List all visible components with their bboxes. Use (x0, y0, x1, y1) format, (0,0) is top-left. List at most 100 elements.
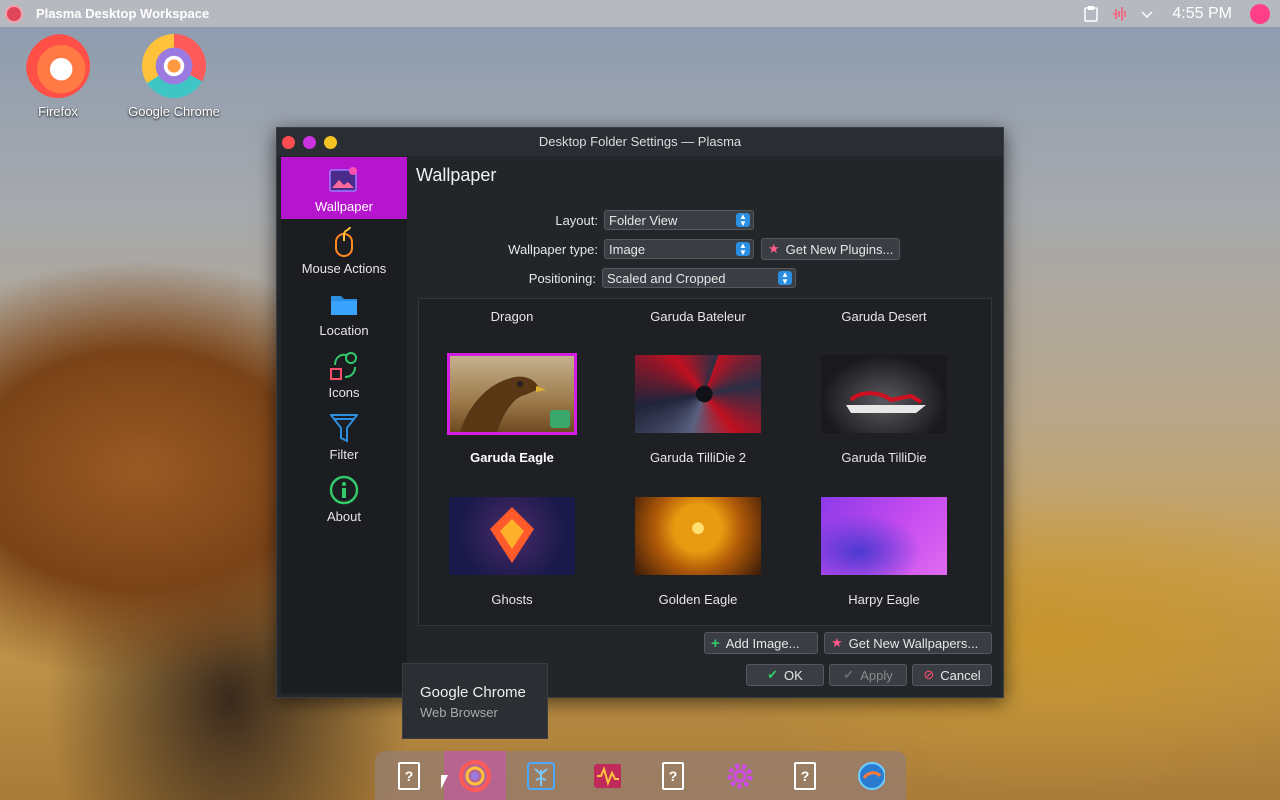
tooltip-title: Google Chrome (420, 684, 526, 701)
desktop-icon-firefox[interactable]: Firefox (3, 34, 113, 119)
get-new-wallpapers-button[interactable]: ★ Get New Wallpapers... (824, 632, 992, 654)
wallpaper-item-harpy-eagle[interactable]: Harpy Eagle (791, 495, 977, 607)
cancel-icon: ⊘ (923, 667, 935, 682)
layout-combo[interactable]: Folder View ▲ ▼ (604, 210, 754, 230)
filter-icon (329, 413, 359, 443)
main-content: Wallpaper Layout: Folder View ▲ ▼ Wallpap… (415, 157, 1001, 697)
settings-window: Desktop Folder Settings — Plasma Wallpap… (276, 127, 1004, 698)
chrome-icon (142, 34, 206, 98)
check-icon: ✔ (767, 667, 779, 682)
sidebar-item-wallpaper[interactable]: Wallpaper (281, 157, 407, 219)
info-icon (329, 475, 359, 505)
wallpaper-grid[interactable]: Dragon Garuda Bateleur Garuda Desert Gar… (418, 298, 992, 626)
wallpaper-item-garuda-eagle[interactable]: Garuda Eagle (419, 353, 605, 465)
top-panel: Plasma Desktop Workspace 4:55 PM (0, 0, 1280, 27)
get-new-plugins-button[interactable]: ★ Get New Plugins... (761, 238, 901, 260)
get-new-plugins-label: Get New Plugins... (785, 241, 894, 257)
notification-icon[interactable] (1250, 3, 1270, 24)
get-new-wallpapers-label: Get New Wallpapers... (848, 635, 979, 651)
folder-icon (329, 289, 359, 319)
wallpaper-caption[interactable]: Dragon (419, 309, 605, 324)
sidebar-item-label: Filter (329, 447, 359, 462)
tooltip: Google Chrome Web Browser (402, 663, 548, 739)
dock: ? ? ? (375, 751, 906, 800)
tree-app-icon[interactable] (527, 761, 555, 790)
wallpaper-thumbnail (819, 353, 949, 435)
tooltip-subtitle: Web Browser (420, 705, 498, 720)
audio-app-icon[interactable] (593, 762, 621, 790)
top-panel-title: Plasma Desktop Workspace (36, 6, 210, 21)
audio-wave-icon[interactable] (1112, 6, 1127, 22)
wallpaper-caption[interactable]: Garuda Desert (791, 309, 977, 324)
mouse-cursor-icon (441, 775, 448, 789)
wallpaper-type-label: Wallpaper type: (508, 241, 598, 257)
wallpaper-caption: Golden Eagle (658, 592, 738, 607)
sidebar-item-icons[interactable]: Icons (281, 343, 407, 405)
desktop-icon-label: Google Chrome (128, 104, 220, 119)
positioning-value: Scaled and Cropped (607, 270, 726, 286)
updown-arrow-icon: ▲ ▼ (736, 242, 750, 257)
ok-button[interactable]: ✔ OK (746, 664, 824, 686)
apply-button[interactable]: ✔ Apply (829, 664, 907, 686)
check-icon: ✔ (843, 667, 855, 682)
sidebar: Wallpaper Mouse Actions Location Icons F… (281, 157, 407, 693)
positioning-label: Positioning: (528, 270, 596, 286)
mouse-icon (329, 227, 359, 257)
apply-label: Apply (860, 667, 893, 683)
settings-gear-icon[interactable] (725, 762, 753, 790)
wallpaper-caption: Harpy Eagle (848, 592, 920, 607)
wallpaper-caption: Garuda TilliDie 2 (649, 450, 747, 465)
cancel-label: Cancel (940, 667, 981, 683)
wallpaper-item-ghosts[interactable]: Ghosts (419, 495, 605, 607)
wallpaper-thumbnail (447, 495, 577, 577)
desktop-icon-label: Firefox (38, 104, 78, 119)
title-bar[interactable]: Desktop Folder Settings — Plasma (277, 128, 1003, 156)
sidebar-item-label: Wallpaper (314, 199, 374, 214)
unknown-app-icon[interactable]: ? (659, 761, 687, 790)
layout-label: Layout: (555, 212, 598, 228)
clock[interactable]: 4:55 PM (1172, 5, 1232, 23)
wallpaper-item-garuda-tillidie[interactable]: Garuda TilliDie (791, 353, 977, 465)
wallpaper-thumbnail (633, 495, 763, 577)
positioning-combo[interactable]: Scaled and Cropped ▲ ▼ (602, 268, 796, 288)
garuda-menu-icon[interactable] (5, 4, 23, 23)
plus-icon: + (711, 634, 720, 652)
updown-arrow-icon: ▲ ▼ (778, 271, 792, 286)
wallpaper-thumbnail (633, 353, 763, 435)
clipboard-icon[interactable] (1084, 5, 1099, 22)
wallpaper-caption[interactable]: Garuda Bateleur (605, 309, 791, 324)
sidebar-item-filter[interactable]: Filter (281, 405, 407, 467)
sidebar-item-label: Location (319, 323, 369, 338)
wallpaper-type-combo[interactable]: Image ▲ ▼ (604, 239, 754, 259)
star-icon: ★ (768, 241, 780, 256)
sidebar-item-label: Icons (328, 385, 360, 400)
wallpaper-thumbnail (447, 353, 577, 435)
chevron-down-icon[interactable] (1140, 6, 1154, 22)
add-image-label: Add Image... (725, 635, 800, 651)
wallpaper-item-garuda-tillidie-2[interactable]: Garuda TilliDie 2 (605, 353, 791, 465)
wallpaper-type-value: Image (609, 241, 646, 257)
sidebar-item-about[interactable]: About (281, 467, 407, 529)
wallpaper-item-golden-eagle[interactable]: Golden Eagle (605, 495, 791, 607)
cancel-button[interactable]: ⊘ Cancel (912, 664, 992, 686)
firefox-icon (26, 34, 90, 98)
wallpaper-caption: Garuda Eagle (470, 450, 554, 465)
system-tray: 4:55 PM (1084, 0, 1280, 27)
folder-badge-icon (550, 410, 570, 428)
unknown-app-icon[interactable]: ? (791, 761, 819, 790)
shapes-icon (329, 351, 359, 381)
ok-label: OK (784, 667, 803, 683)
chrome-icon[interactable] (444, 751, 506, 800)
garuda-icon[interactable] (857, 761, 885, 790)
wallpaper-icon (329, 165, 359, 195)
wallpaper-caption: Ghosts (491, 592, 533, 607)
add-image-button[interactable]: + Add Image... (704, 632, 818, 654)
unknown-app-icon[interactable]: ? (395, 761, 423, 790)
desktop-icon-chrome[interactable]: Google Chrome (119, 34, 229, 119)
page-title: Wallpaper (416, 165, 497, 185)
sidebar-item-label: Mouse Actions (301, 261, 387, 276)
sidebar-item-location[interactable]: Location (281, 281, 407, 343)
layout-row: Layout: Folder View ▲ ▼ (415, 210, 754, 230)
sidebar-item-mouse-actions[interactable]: Mouse Actions (281, 219, 407, 281)
window-title: Desktop Folder Settings — Plasma (538, 134, 742, 149)
